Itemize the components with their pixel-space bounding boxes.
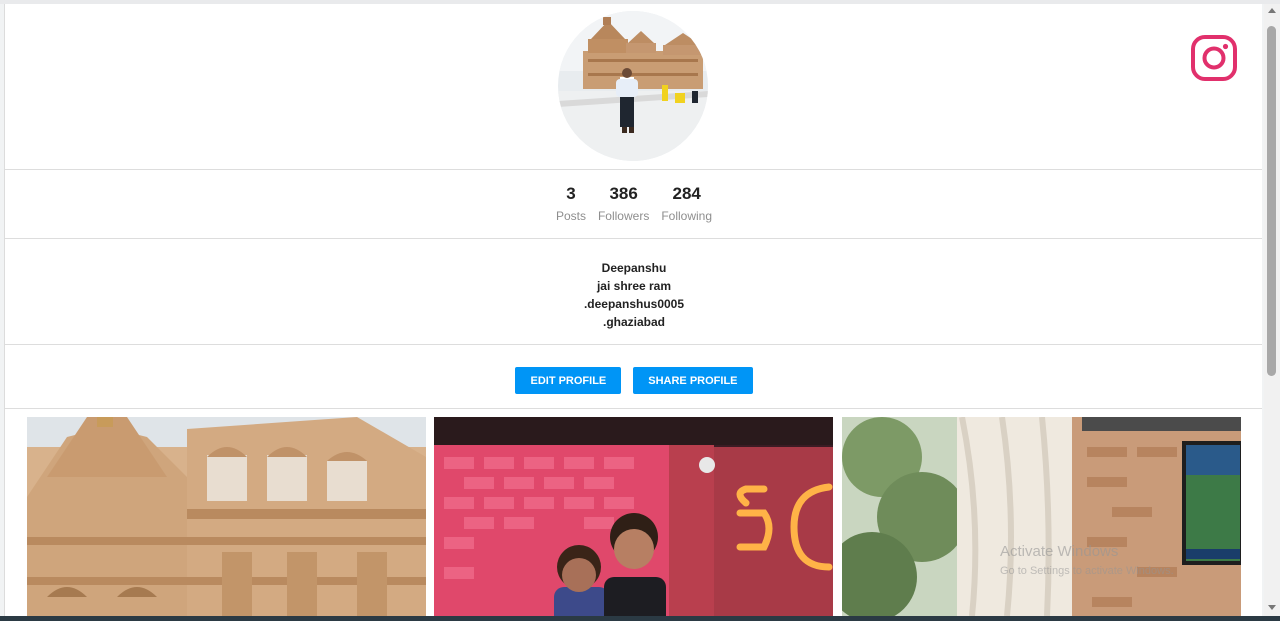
bio-line: .ghaziabad <box>602 315 665 329</box>
post-image-neon <box>434 417 833 616</box>
stat-value: 386 <box>609 184 638 203</box>
post-thumbnail[interactable] <box>842 417 1241 616</box>
stat-posts[interactable]: 3 Posts <box>556 170 586 239</box>
bio-line: jai shree ram <box>596 279 672 293</box>
stat-label: Following <box>661 209 713 223</box>
profile-actions: EDIT PROFILE SHARE PROFILE <box>5 345 1262 409</box>
post-thumbnail[interactable] <box>27 417 426 616</box>
activate-windows-watermark: Activate Windows <box>1000 543 1119 560</box>
scroll-up-arrow-icon[interactable] <box>1268 8 1276 13</box>
profile-bio: Deepanshu jai shree ram .deepanshus0005 … <box>5 239 1262 345</box>
stat-label: Followers <box>597 209 650 223</box>
profile-avatar[interactable] <box>558 11 708 161</box>
stat-followers[interactable]: 386 Followers <box>598 170 649 239</box>
stat-value: 3 <box>566 184 576 203</box>
edit-profile-button[interactable]: EDIT PROFILE <box>515 367 622 394</box>
stat-value: 284 <box>672 184 701 203</box>
posts-grid <box>27 417 1241 616</box>
post-image-temple <box>27 417 426 616</box>
stat-label: Posts <box>555 209 586 223</box>
instagram-icon[interactable] <box>1191 35 1237 81</box>
bio-line: .deepanshus0005 <box>583 297 685 311</box>
profile-header <box>5 4 1262 170</box>
avatar-photo <box>558 11 708 161</box>
post-image-cafe <box>842 417 1241 616</box>
post-thumbnail[interactable] <box>434 417 833 616</box>
activate-windows-hint: Go to Settings to activate Windows. <box>1000 565 1174 577</box>
scroll-down-arrow-icon[interactable] <box>1268 605 1276 610</box>
profile-name: Deepanshu <box>601 261 667 275</box>
share-profile-button[interactable]: SHARE PROFILE <box>633 367 753 394</box>
scrollbar-thumb[interactable] <box>1267 26 1276 376</box>
taskbar <box>0 616 1280 621</box>
stat-following[interactable]: 284 Following <box>661 170 712 239</box>
page-scrollbar[interactable] <box>1264 4 1280 616</box>
profile-stats: 3 Posts 386 Followers 284 Following <box>5 170 1262 239</box>
profile-page: 3 Posts 386 Followers 284 Following Deep… <box>4 4 1262 616</box>
